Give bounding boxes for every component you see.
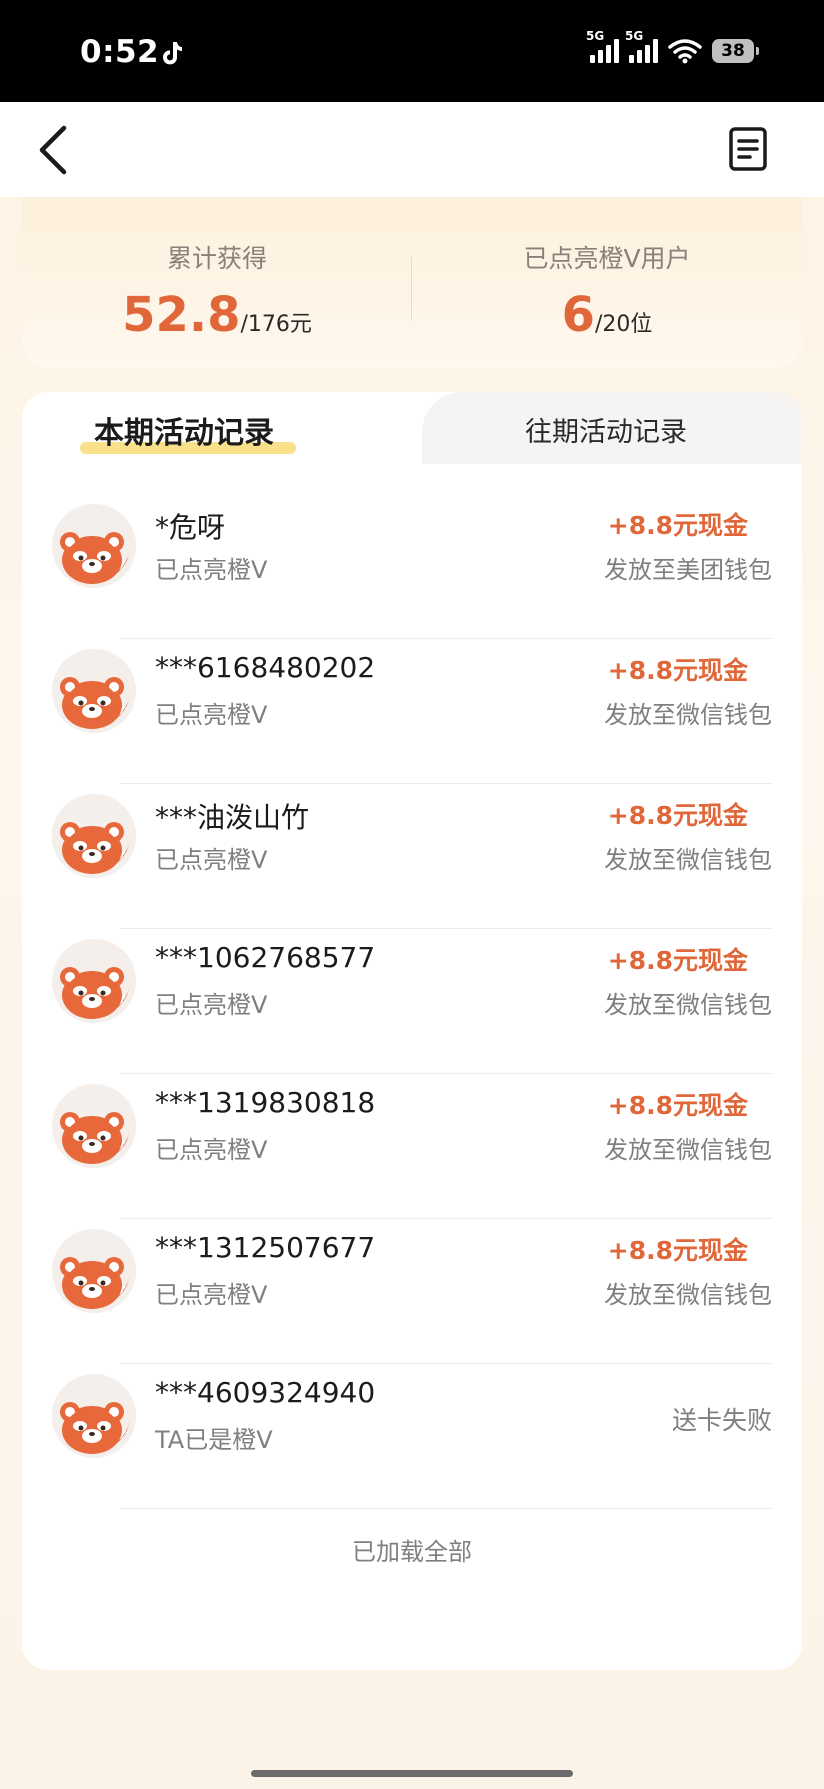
status-time: 0:52 [80,34,160,70]
document-list-icon[interactable] [728,126,768,172]
list-item: ***4609324940 TA已是橙V 送卡失败 [22,1364,802,1509]
reward-destination: 发放至微信钱包 [604,1281,772,1309]
user-name: *危呀 [155,511,226,544]
records-list: *危呀 已点亮橙V +8.8元现金 发放至美团钱包 ***6168480202 … [22,494,802,1509]
user-name: ***油泼山竹 [155,801,310,834]
reward-destination: 发放至微信钱包 [604,701,772,729]
summary-card: 累计获得 52.8/176元 已点亮橙V用户 6/20位 [22,197,802,369]
list-item: ***1312507677 已点亮橙V +8.8元现金 发放至微信钱包 [22,1219,802,1364]
signal-icon: 5G [586,29,619,63]
red-panda-avatar-icon [52,1084,136,1168]
reward-amount: +8.8元现金 [607,801,748,830]
signal-icon: 5G [625,29,658,63]
tiktok-icon [163,42,182,65]
list-item: ***6168480202 已点亮橙V +8.8元现金 发放至微信钱包 [22,639,802,784]
reward-amount: +8.8元现金 [607,1236,748,1265]
nav-bar [0,102,824,197]
users-value: 6 [561,287,595,343]
user-status: 已点亮橙V [155,846,268,874]
earned-summary: 累计获得 52.8/176元 [22,239,412,343]
reward-destination: 发放至微信钱包 [604,1136,772,1164]
wifi-icon [668,39,702,64]
user-name: ***1319830818 [155,1086,376,1119]
reward-destination: 发放至美团钱包 [604,556,772,584]
reward-amount: +8.8元现金 [607,511,748,540]
status-bar: 0:52 5G 5G 38 [0,0,824,102]
earned-label: 累计获得 [166,244,267,273]
tab-past-period[interactable]: 往期活动记录 [525,410,687,449]
red-panda-avatar-icon [52,1374,136,1458]
tab-bar: 本期活动记录 往期活动记录 [22,392,802,464]
reward-amount: +8.8元现金 [607,946,748,975]
user-status: 已点亮橙V [155,991,268,1019]
home-indicator[interactable] [251,1770,573,1777]
user-status: TA已是橙V [155,1426,273,1454]
records-card: 本期活动记录 往期活动记录 *危呀 已点亮橙V +8.8元现金 发放至美团钱包 … [22,392,802,1670]
row-divider [120,1508,772,1509]
earned-total: /176元 [240,312,312,337]
earned-value: 52.8 [122,287,241,343]
list-item: *危呀 已点亮橙V +8.8元现金 发放至美团钱包 [22,494,802,639]
reward-amount: +8.8元现金 [607,656,748,685]
red-panda-avatar-icon [52,504,136,588]
list-item: ***1062768577 已点亮橙V +8.8元现金 发放至微信钱包 [22,929,802,1074]
users-label: 已点亮橙V用户 [523,244,691,273]
user-name: ***6168480202 [155,651,376,684]
red-panda-avatar-icon [52,649,136,733]
red-panda-avatar-icon [52,1229,136,1313]
user-status: 已点亮橙V [155,556,268,584]
list-item: ***油泼山竹 已点亮橙V +8.8元现金 发放至微信钱包 [22,784,802,929]
user-name: ***1312507677 [155,1231,376,1264]
result-status: 送卡失败 [671,1406,772,1435]
reward-destination: 发放至微信钱包 [604,991,772,1019]
reward-amount: +8.8元现金 [607,1091,748,1120]
users-summary: 已点亮橙V用户 6/20位 [412,239,802,343]
list-item: ***1319830818 已点亮橙V +8.8元现金 发放至微信钱包 [22,1074,802,1219]
loaded-all-text: 已加载全部 [352,1538,472,1566]
back-arrow-icon[interactable] [30,120,80,180]
battery-icon: 38 [712,39,759,63]
user-status: 已点亮橙V [155,1136,268,1164]
tab-current-period[interactable]: 本期活动记录 [94,408,274,452]
users-count: 6/20位 [412,287,802,343]
user-name: ***4609324940 [155,1376,376,1409]
red-panda-avatar-icon [52,939,136,1023]
user-status: 已点亮橙V [155,701,268,729]
users-total: /20位 [594,312,653,337]
user-name: ***1062768577 [155,941,376,974]
earned-amount: 52.8/176元 [22,287,412,343]
reward-destination: 发放至微信钱包 [604,846,772,874]
user-status: 已点亮橙V [155,1281,268,1309]
red-panda-avatar-icon [52,794,136,878]
